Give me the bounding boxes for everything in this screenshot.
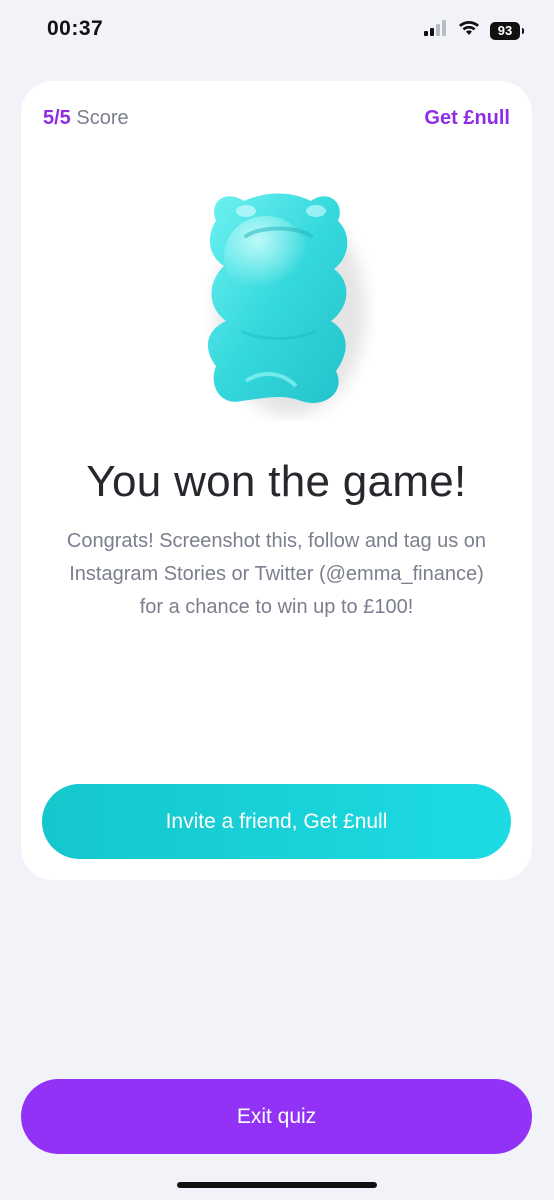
gummy-bear-image (186, 181, 376, 421)
score-value: 5/5 (43, 107, 71, 129)
status-bar: 00:37 93 (0, 0, 554, 62)
battery-icon: 93 (490, 21, 524, 40)
wifi-icon (458, 20, 480, 41)
score-label: Score (76, 107, 129, 129)
result-message: Congrats! Screenshot this, follow and ta… (66, 530, 487, 618)
exit-quiz-button[interactable]: Exit quiz (21, 1079, 532, 1154)
quiz-result-screen: 00:37 93 5/5 Score Get £null You won the… (0, 0, 554, 1200)
signal-icon (424, 20, 448, 41)
status-time: 00:37 (47, 17, 104, 40)
home-indicator (177, 1182, 377, 1188)
result-card: 5/5 Score Get £null You won the game! Co… (21, 81, 532, 880)
result-title: You won the game! (86, 457, 467, 506)
invite-friend-button[interactable]: Invite a friend, Get £null (42, 784, 511, 859)
status-icons: 93 (424, 20, 524, 41)
score: 5/5 Score (43, 107, 129, 130)
get-reward-link[interactable]: Get £null (424, 107, 510, 130)
